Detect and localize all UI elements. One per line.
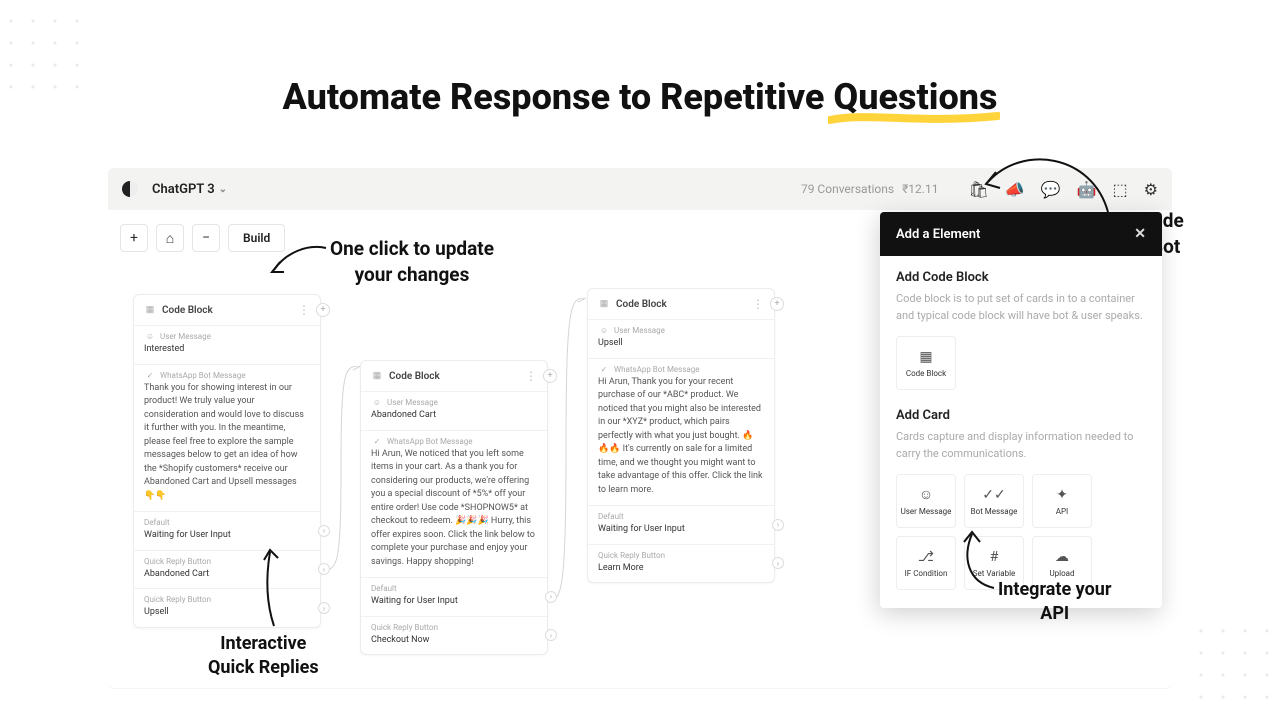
annotation-arrow	[982, 142, 1112, 216]
panel-section-heading: Add Code Block	[896, 270, 1146, 285]
user-icon: ☺	[371, 398, 383, 407]
bot-message-body: Thank you for showing interest in our pr…	[144, 382, 310, 504]
code-block[interactable]: ▦ Code Block ⋮ + ☺User Message Intereste…	[133, 294, 321, 628]
panel-section-desc: Cards capture and display information ne…	[896, 429, 1146, 462]
block-title: Code Block	[389, 371, 440, 382]
output-port[interactable]: ›	[772, 519, 784, 531]
code-block[interactable]: ▦ Code Block ⋮ + ☺User Message Upsell ✓W…	[587, 288, 775, 583]
code-block[interactable]: ▦ Code Block ⋮ + ☺User Message Abandoned…	[360, 360, 548, 655]
card-label: Bot Message	[971, 507, 1018, 516]
annotation-arrow	[260, 548, 290, 630]
flow-connector	[546, 298, 586, 608]
home-button[interactable]: ⌂	[156, 224, 184, 252]
api-icon: ✦	[1056, 487, 1068, 503]
gear-icon[interactable]: ⚙	[1144, 180, 1158, 199]
block-title: Code Block	[616, 299, 667, 310]
default-value: Waiting for User Input	[144, 529, 310, 542]
card-label: Default	[598, 512, 764, 521]
panel-title: Add a Element	[896, 227, 980, 242]
branch-icon: ⎇	[918, 549, 934, 565]
quick-reply-value: Checkout Now	[371, 634, 537, 647]
user-message-value: Upsell	[598, 337, 764, 350]
card-label: Code Block	[906, 369, 946, 378]
card-label: User Message	[387, 398, 438, 407]
user-icon: ☺	[144, 332, 156, 341]
grid-icon: ▦	[371, 371, 383, 381]
quick-reply-value: Learn More	[598, 562, 764, 575]
grid-icon: ▦	[144, 305, 156, 315]
block-menu-icon[interactable]: ⋮	[298, 303, 310, 317]
bg-dots	[1190, 620, 1280, 710]
output-port[interactable]: ›	[318, 602, 330, 614]
topbar-stats: 79 Conversations ₹12.11	[801, 182, 939, 196]
card-label: Quick Reply Button	[371, 623, 537, 632]
api-card[interactable]: ✦ API	[1032, 474, 1092, 528]
add-button[interactable]: +	[120, 224, 148, 252]
panel-section-heading: Add Card	[896, 408, 1146, 423]
theme-toggle-icon[interactable]	[122, 181, 138, 197]
check-icon: ✓✓	[982, 487, 1005, 503]
annotation-arrow	[268, 240, 328, 280]
bot-message-card[interactable]: ✓✓ Bot Message	[964, 474, 1024, 528]
default-value: Waiting for User Input	[371, 595, 537, 608]
card-label: WhatsApp Bot Message	[387, 437, 473, 446]
card-label: User Message	[901, 507, 952, 516]
bot-message-body: Hi Arun, We noticed that you left some i…	[371, 448, 537, 570]
card-label: Upload	[1049, 569, 1074, 578]
workspace-name: ChatGPT 3	[152, 182, 215, 197]
check-icon: ✓	[598, 365, 610, 374]
bot-message-body: Hi Arun, Thank you for your recent purch…	[598, 376, 764, 498]
annotation-quick-replies: Interactive Quick Replies	[208, 632, 319, 681]
annotation-arrow	[954, 530, 1002, 592]
output-port[interactable]: ›	[545, 629, 557, 641]
annotation-no-code: No-Code ChatBot	[1108, 208, 1184, 259]
builder-toolbar: + ⌂ − Build	[120, 224, 285, 252]
balance: ₹12.11	[902, 182, 938, 196]
code-block-card[interactable]: ▦ Code Block	[896, 336, 956, 390]
annotation-api: Integrate your API	[998, 578, 1111, 627]
user-icon: ☺	[919, 486, 933, 503]
add-element-panel: Add a Element ✕ Add Code Block Code bloc…	[880, 212, 1162, 608]
card-label: API	[1056, 507, 1068, 516]
workspace-selector[interactable]: ChatGPT 3 ⌄	[152, 182, 227, 197]
output-port[interactable]: +	[770, 297, 784, 311]
card-label: Default	[144, 518, 310, 527]
block-menu-icon[interactable]: ⋮	[752, 297, 764, 311]
output-port[interactable]: ›	[318, 525, 330, 537]
block-title: Code Block	[162, 305, 213, 316]
user-message-value: Abandoned Cart	[371, 409, 537, 422]
if-condition-card[interactable]: ⎇ IF Condition	[896, 536, 956, 590]
card-label: WhatsApp Bot Message	[614, 365, 700, 374]
grid-icon: ▦	[919, 349, 932, 365]
grid-icon: ▦	[598, 299, 610, 309]
chevron-down-icon: ⌄	[219, 184, 227, 195]
output-port[interactable]: ›	[545, 591, 557, 603]
check-icon: ✓	[144, 371, 156, 380]
card-label: WhatsApp Bot Message	[160, 371, 246, 380]
output-port[interactable]: ›	[772, 557, 784, 569]
underline-scribble	[828, 110, 1000, 126]
block-menu-icon[interactable]: ⋮	[525, 369, 537, 383]
card-label: User Message	[614, 326, 665, 335]
output-port[interactable]: +	[316, 303, 330, 317]
check-icon: ✓	[371, 437, 383, 446]
hero-title: Automate Response to Repetitive Question…	[0, 76, 1280, 118]
user-message-value: Interested	[144, 343, 310, 356]
collapse-button[interactable]: −	[192, 224, 220, 252]
annotation-one-click: One click to update your changes	[330, 236, 494, 287]
output-port[interactable]: +	[543, 369, 557, 383]
conversations-count: 79 Conversations	[801, 182, 894, 196]
flow-connector	[321, 366, 361, 576]
card-label: User Message	[160, 332, 211, 341]
panel-section-desc: Code block is to put set of cards in to …	[896, 291, 1146, 324]
card-label: Default	[371, 584, 537, 593]
card-label: IF Condition	[905, 569, 948, 578]
user-message-card[interactable]: ☺ User Message	[896, 474, 956, 528]
card-label: Quick Reply Button	[598, 551, 764, 560]
cloud-upload-icon: ☁	[1055, 549, 1069, 565]
user-icon: ☺	[598, 326, 610, 335]
output-port[interactable]: ›	[318, 563, 330, 575]
default-value: Waiting for User Input	[598, 523, 764, 536]
cube-icon[interactable]: ⬚	[1113, 180, 1128, 199]
